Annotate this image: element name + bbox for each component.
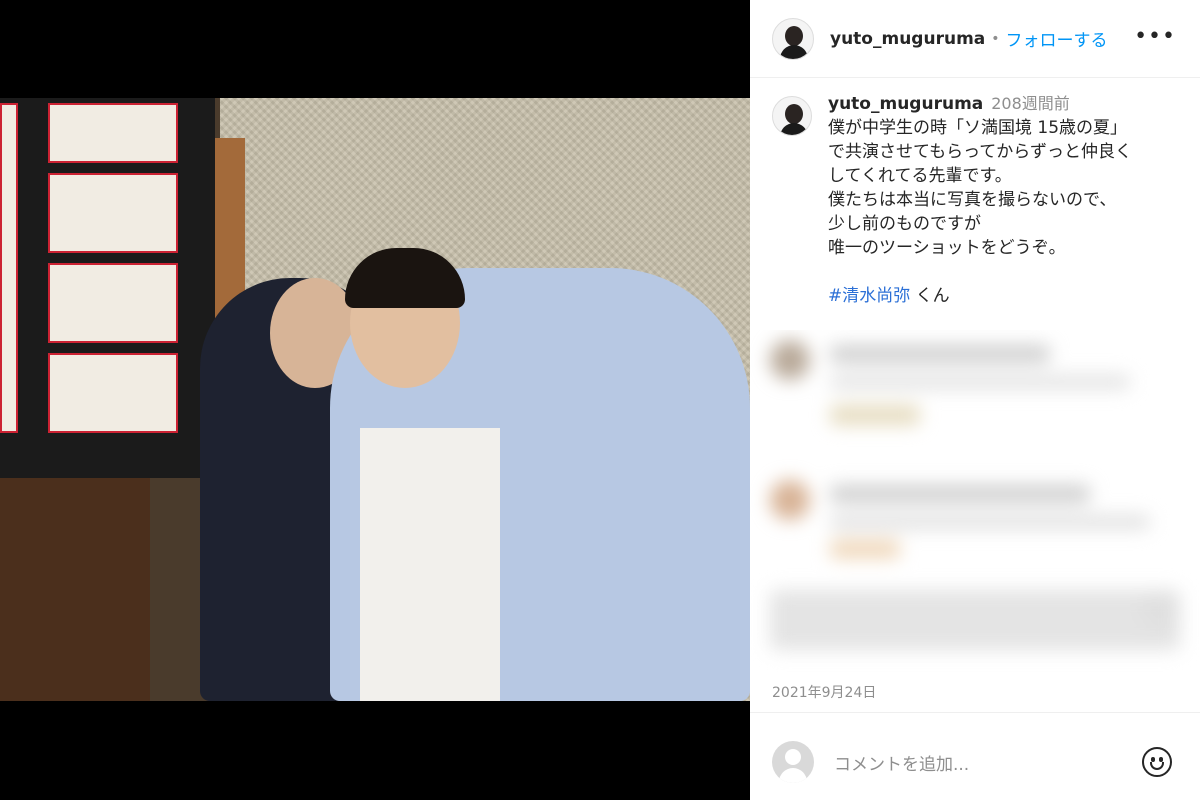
photo-shirt: [360, 428, 500, 701]
caption-body: yuto_muguruma 208週間前 僕が中学生の時「ソ満国境 15歳の夏」 …: [828, 92, 1132, 308]
comment-input[interactable]: コメントを追加...: [834, 750, 1142, 775]
photo-menu-board: [0, 98, 215, 478]
more-options-icon[interactable]: •••: [1134, 24, 1176, 49]
blurred-comments: [750, 330, 1200, 680]
avatar-head: [785, 104, 803, 124]
avatar-body: [780, 44, 808, 59]
hashtag-link[interactable]: #清水尚弥: [828, 286, 910, 306]
post-side-panel: yuto_muguruma • フォローする ••• yuto_muguruma…: [750, 0, 1200, 800]
author-username[interactable]: yuto_muguruma: [830, 29, 985, 49]
caption-avatar[interactable]: [772, 96, 812, 136]
caption-line: 僕たちは本当に写真を撮らないので、: [828, 190, 1117, 210]
caption-line: 少し前のものですが: [828, 214, 981, 234]
divider: [750, 712, 1200, 713]
header-separator: •: [991, 30, 1000, 47]
follow-button[interactable]: フォローする: [1006, 26, 1108, 51]
hashtag-suffix: くん: [910, 286, 950, 306]
caption-line: 唯一のツーショットをどうぞ。: [828, 238, 1066, 258]
caption-hashtag-line: #清水尚弥 くん: [828, 284, 1132, 308]
caption-header: yuto_muguruma 208週間前: [828, 92, 1132, 116]
caption-line: で共演させてもらってからずっと仲良く: [828, 142, 1132, 162]
caption-line: 僕が中学生の時「ソ満国境 15歳の夏」: [828, 118, 1128, 138]
photo-table: [0, 478, 150, 701]
post-date[interactable]: 2021年9月24日: [772, 682, 876, 702]
author-avatar[interactable]: [772, 17, 814, 60]
post-photo: [0, 98, 750, 701]
comment-row: コメントを追加...: [772, 740, 1182, 784]
post-header: yuto_muguruma • フォローする •••: [750, 0, 1200, 78]
post-caption: yuto_muguruma 208週間前 僕が中学生の時「ソ満国境 15歳の夏」 …: [772, 92, 1182, 308]
caption-timestamp[interactable]: 208週間前: [991, 94, 1070, 113]
post-media[interactable]: [0, 0, 750, 800]
emoji-icon[interactable]: [1142, 747, 1172, 777]
caption-line: してくれてる先輩です。: [828, 166, 1012, 186]
viewer-avatar-icon: [772, 741, 814, 783]
caption-username[interactable]: yuto_muguruma: [828, 94, 983, 114]
avatar-body: [780, 123, 808, 135]
avatar-head: [785, 25, 803, 46]
